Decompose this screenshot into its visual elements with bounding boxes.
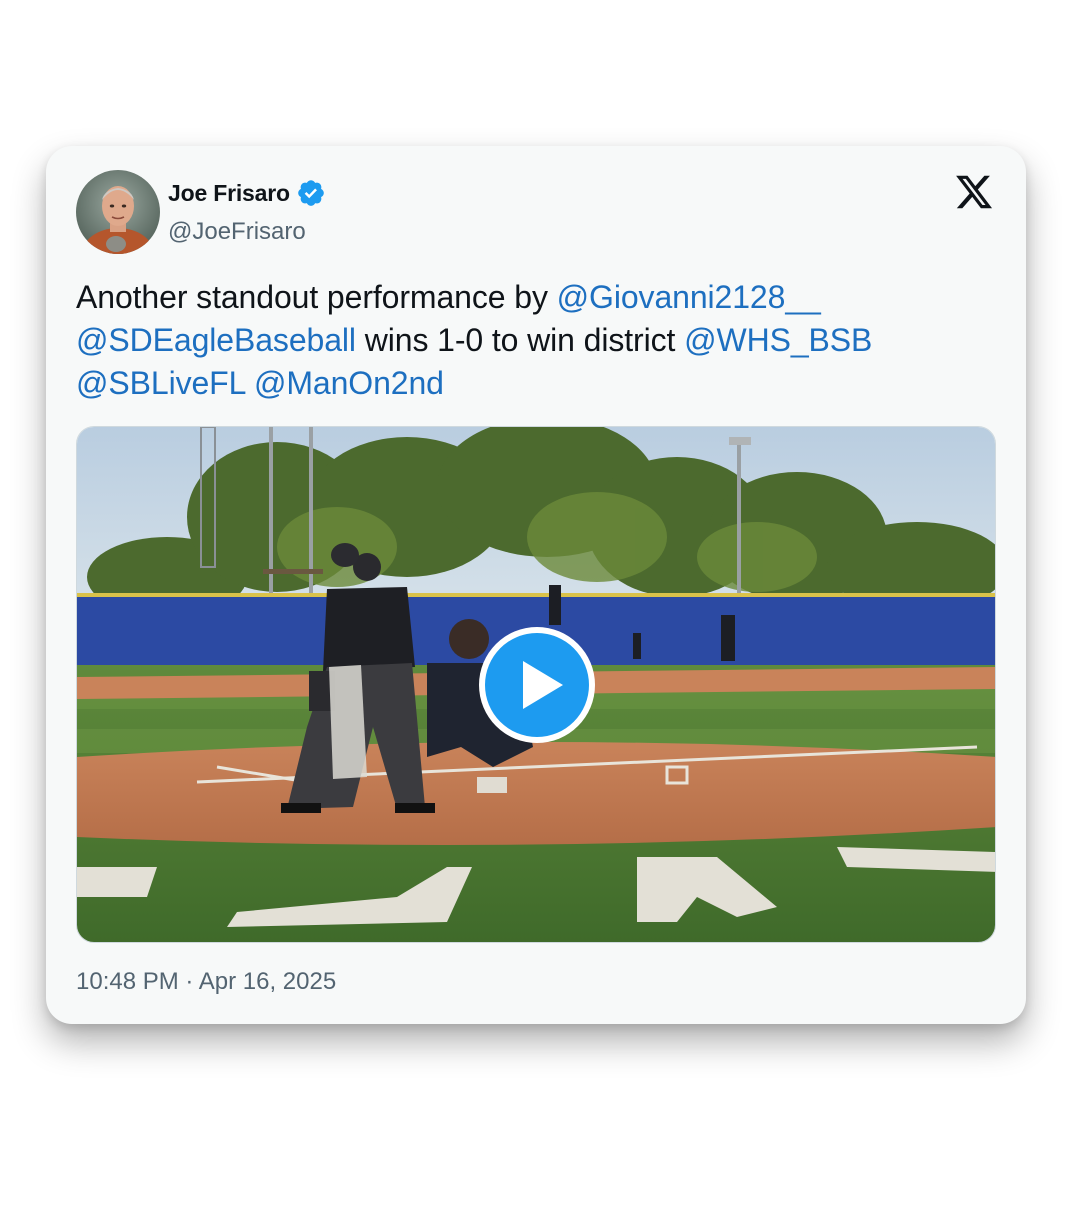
video-player[interactable]	[76, 426, 996, 943]
avatar[interactable]	[76, 170, 160, 254]
mention-link[interactable]: @ManOn2nd	[254, 365, 444, 401]
author-name-row: Joe Frisaro	[168, 178, 326, 208]
author-handle[interactable]: @JoeFrisaro	[168, 218, 306, 246]
mention-link[interactable]: @SDEagleBaseball	[76, 322, 356, 358]
tweet-timestamp[interactable]: 10:48 PM · Apr 16, 2025	[76, 968, 336, 996]
x-logo-icon[interactable]	[954, 172, 994, 212]
tweet-text-segment: wins 1-0 to win district	[355, 322, 685, 358]
play-icon	[479, 627, 595, 743]
tweet-text-segment: Another standout performance by	[76, 279, 557, 315]
mention-link[interactable]: @SBLiveFL	[76, 365, 245, 401]
tweet-card: Joe Frisaro @JoeFrisaro Another standout…	[46, 146, 1026, 1024]
author-display-name[interactable]: Joe Frisaro	[168, 180, 290, 207]
verified-badge-icon	[296, 178, 326, 208]
tweet-text: Another standout performance by @Giovann…	[76, 276, 976, 405]
play-button[interactable]	[477, 625, 597, 745]
tweet-text-segment	[245, 365, 254, 401]
mention-link[interactable]: @WHS_BSB	[684, 322, 872, 358]
mention-link[interactable]: @Giovanni2128__	[557, 279, 821, 315]
